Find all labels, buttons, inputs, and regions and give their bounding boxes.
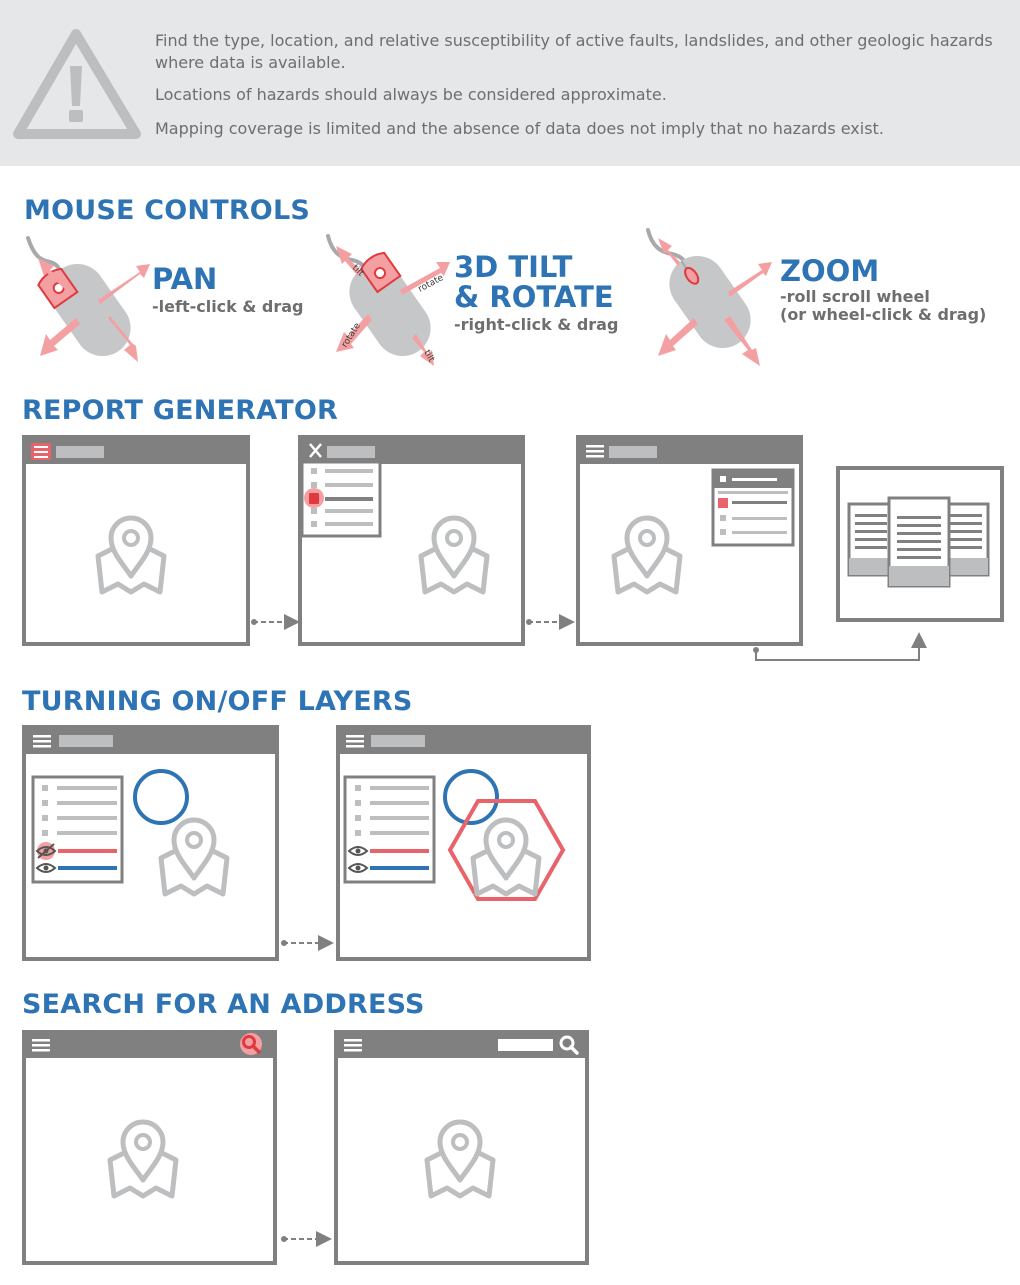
layers-heading: TURNING ON/OFF LAYERS bbox=[22, 686, 413, 717]
report-step-2-window bbox=[298, 435, 525, 646]
search-step-1-window bbox=[22, 1030, 277, 1265]
pan-description: -left-click & drag bbox=[152, 297, 304, 316]
tilt-title-line-1: 3D TILT bbox=[454, 250, 573, 284]
report-pages-icon bbox=[836, 466, 1004, 622]
report-step-1-window bbox=[22, 435, 250, 646]
mouse-right-click-icon: rotate tilt rotate tilt bbox=[326, 234, 450, 368]
mouse-left-click-icon bbox=[26, 236, 150, 368]
search-heading: SEARCH FOR AN ADDRESS bbox=[22, 989, 425, 1020]
zoom-title: ZOOM bbox=[780, 254, 880, 288]
zoom-description-line-1: -roll scroll wheel bbox=[780, 287, 930, 306]
tilt-description: -right-click & drag bbox=[454, 315, 619, 334]
mouse-controls-heading: MOUSE CONTROLS bbox=[24, 195, 311, 226]
instruction-graphics: rotate tilt rotate tilt bbox=[22, 228, 1004, 1265]
mouse-scroll-wheel-icon bbox=[646, 228, 772, 366]
layers-step-2-window bbox=[336, 725, 591, 961]
search-step-2-window bbox=[334, 1030, 589, 1265]
report-step-3-window bbox=[576, 435, 803, 646]
report-generator-heading: REPORT GENERATOR bbox=[22, 395, 338, 426]
zoom-description-line-2: (or wheel-click & drag) bbox=[780, 305, 987, 324]
pan-title: PAN bbox=[152, 262, 218, 296]
tilt-title-line-2: & ROTATE bbox=[454, 280, 614, 314]
layers-step-1-window bbox=[22, 725, 279, 961]
